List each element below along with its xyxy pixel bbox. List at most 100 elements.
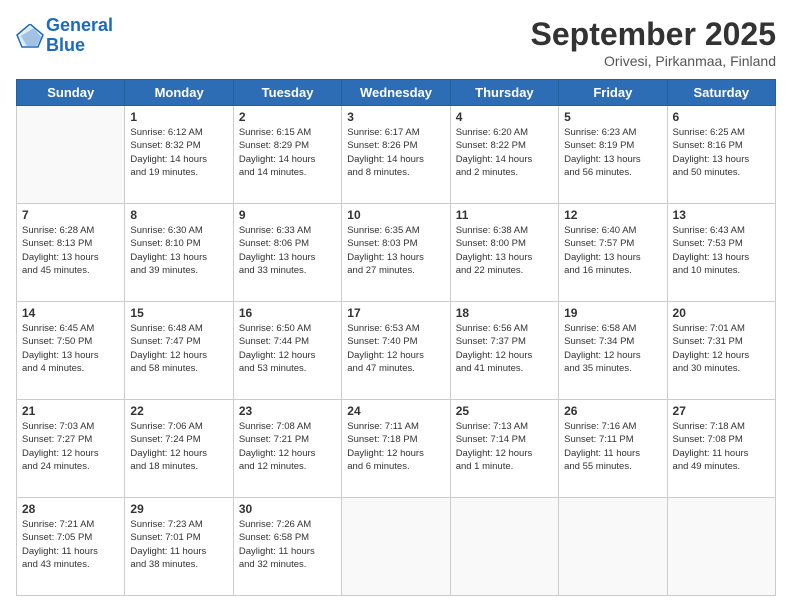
- weekday-wednesday: Wednesday: [342, 80, 450, 106]
- calendar-cell: 19Sunrise: 6:58 AM Sunset: 7:34 PM Dayli…: [559, 302, 667, 400]
- weekday-friday: Friday: [559, 80, 667, 106]
- day-info: Sunrise: 7:18 AM Sunset: 7:08 PM Dayligh…: [673, 420, 770, 473]
- day-number: 3: [347, 110, 444, 124]
- day-info: Sunrise: 6:40 AM Sunset: 7:57 PM Dayligh…: [564, 224, 661, 277]
- day-number: 7: [22, 208, 119, 222]
- logo-text: General Blue: [46, 16, 113, 56]
- day-info: Sunrise: 7:06 AM Sunset: 7:24 PM Dayligh…: [130, 420, 227, 473]
- day-info: Sunrise: 6:53 AM Sunset: 7:40 PM Dayligh…: [347, 322, 444, 375]
- day-info: Sunrise: 7:03 AM Sunset: 7:27 PM Dayligh…: [22, 420, 119, 473]
- day-number: 30: [239, 502, 336, 516]
- month-title: September 2025: [531, 16, 776, 53]
- day-number: 1: [130, 110, 227, 124]
- day-number: 18: [456, 306, 553, 320]
- day-number: 12: [564, 208, 661, 222]
- day-number: 5: [564, 110, 661, 124]
- calendar-cell: [17, 106, 125, 204]
- weekday-saturday: Saturday: [667, 80, 775, 106]
- calendar-cell: 14Sunrise: 6:45 AM Sunset: 7:50 PM Dayli…: [17, 302, 125, 400]
- day-info: Sunrise: 7:08 AM Sunset: 7:21 PM Dayligh…: [239, 420, 336, 473]
- day-info: Sunrise: 7:16 AM Sunset: 7:11 PM Dayligh…: [564, 420, 661, 473]
- week-row-1: 1 Sunrise: 6:12 AM Sunset: 8:32 PM Daylig…: [17, 106, 776, 204]
- day-info: Sunrise: 6:25 AM Sunset: 8:16 PM Dayligh…: [673, 126, 770, 179]
- day-info: Sunrise: 6:28 AM Sunset: 8:13 PM Dayligh…: [22, 224, 119, 277]
- location: Orivesi, Pirkanmaa, Finland: [531, 53, 776, 69]
- day-info: Sunrise: 6:12 AM Sunset: 8:32 PM Dayligh…: [130, 126, 227, 179]
- logo-icon: [16, 24, 44, 48]
- calendar-cell: 25 Sunrise: 7:13 AM Sunset: 7:14 PM Dayli…: [450, 400, 558, 498]
- day-number: 6: [673, 110, 770, 124]
- calendar-table: SundayMondayTuesdayWednesdayThursdayFrid…: [16, 79, 776, 596]
- day-info: Sunrise: 6:38 AM Sunset: 8:00 PM Dayligh…: [456, 224, 553, 277]
- day-number: 24: [347, 404, 444, 418]
- calendar-cell: 9Sunrise: 6:33 AM Sunset: 8:06 PM Daylig…: [233, 204, 341, 302]
- day-info: Sunrise: 6:20 AM Sunset: 8:22 PM Dayligh…: [456, 126, 553, 179]
- calendar-cell: 22Sunrise: 7:06 AM Sunset: 7:24 PM Dayli…: [125, 400, 233, 498]
- day-info: Sunrise: 6:35 AM Sunset: 8:03 PM Dayligh…: [347, 224, 444, 277]
- calendar-cell: 11 Sunrise: 6:38 AM Sunset: 8:00 PM Dayli…: [450, 204, 558, 302]
- day-info: Sunrise: 7:26 AM Sunset: 6:58 PM Dayligh…: [239, 518, 336, 571]
- day-info: Sunrise: 7:23 AM Sunset: 7:01 PM Dayligh…: [130, 518, 227, 571]
- day-info: Sunrise: 6:23 AM Sunset: 8:19 PM Dayligh…: [564, 126, 661, 179]
- logo-line1: General: [46, 15, 113, 35]
- day-number: 20: [673, 306, 770, 320]
- calendar-cell: 23Sunrise: 7:08 AM Sunset: 7:21 PM Dayli…: [233, 400, 341, 498]
- calendar-cell: 7 Sunrise: 6:28 AM Sunset: 8:13 PM Daylig…: [17, 204, 125, 302]
- day-info: Sunrise: 6:30 AM Sunset: 8:10 PM Dayligh…: [130, 224, 227, 277]
- day-number: 25: [456, 404, 553, 418]
- calendar-cell: 16 Sunrise: 6:50 AM Sunset: 7:44 PM Dayli…: [233, 302, 341, 400]
- calendar-cell: 20 Sunrise: 7:01 AM Sunset: 7:31 PM Dayli…: [667, 302, 775, 400]
- logo-line2: Blue: [46, 35, 85, 55]
- calendar-cell: 28 Sunrise: 7:21 AM Sunset: 7:05 PM Dayli…: [17, 498, 125, 596]
- day-number: 4: [456, 110, 553, 124]
- day-info: Sunrise: 7:21 AM Sunset: 7:05 PM Dayligh…: [22, 518, 119, 571]
- day-info: Sunrise: 6:43 AM Sunset: 7:53 PM Dayligh…: [673, 224, 770, 277]
- weekday-sunday: Sunday: [17, 80, 125, 106]
- day-info: Sunrise: 6:58 AM Sunset: 7:34 PM Dayligh…: [564, 322, 661, 375]
- day-info: Sunrise: 7:13 AM Sunset: 7:14 PM Dayligh…: [456, 420, 553, 473]
- calendar-cell: 12 Sunrise: 6:40 AM Sunset: 7:57 PM Dayli…: [559, 204, 667, 302]
- day-number: 15: [130, 306, 227, 320]
- calendar-cell: [342, 498, 450, 596]
- calendar-cell: 8 Sunrise: 6:30 AM Sunset: 8:10 PM Daylig…: [125, 204, 233, 302]
- day-number: 11: [456, 208, 553, 222]
- calendar-cell: 15Sunrise: 6:48 AM Sunset: 7:47 PM Dayli…: [125, 302, 233, 400]
- day-number: 13: [673, 208, 770, 222]
- day-info: Sunrise: 7:01 AM Sunset: 7:31 PM Dayligh…: [673, 322, 770, 375]
- calendar-cell: 30 Sunrise: 7:26 AM Sunset: 6:58 PM Dayli…: [233, 498, 341, 596]
- logo: General Blue: [16, 16, 113, 56]
- calendar-cell: 26Sunrise: 7:16 AM Sunset: 7:11 PM Dayli…: [559, 400, 667, 498]
- weekday-tuesday: Tuesday: [233, 80, 341, 106]
- weekday-monday: Monday: [125, 80, 233, 106]
- calendar-cell: 21Sunrise: 7:03 AM Sunset: 7:27 PM Dayli…: [17, 400, 125, 498]
- week-row-4: 21Sunrise: 7:03 AM Sunset: 7:27 PM Dayli…: [17, 400, 776, 498]
- day-number: 9: [239, 208, 336, 222]
- calendar-cell: 13 Sunrise: 6:43 AM Sunset: 7:53 PM Dayli…: [667, 204, 775, 302]
- day-number: 8: [130, 208, 227, 222]
- week-row-5: 28 Sunrise: 7:21 AM Sunset: 7:05 PM Dayli…: [17, 498, 776, 596]
- calendar-cell: 1 Sunrise: 6:12 AM Sunset: 8:32 PM Daylig…: [125, 106, 233, 204]
- day-number: 17: [347, 306, 444, 320]
- day-number: 14: [22, 306, 119, 320]
- calendar-cell: 29Sunrise: 7:23 AM Sunset: 7:01 PM Dayli…: [125, 498, 233, 596]
- weekday-header-row: SundayMondayTuesdayWednesdayThursdayFrid…: [17, 80, 776, 106]
- calendar-cell: 10 Sunrise: 6:35 AM Sunset: 8:03 PM Dayli…: [342, 204, 450, 302]
- calendar-cell: 17 Sunrise: 6:53 AM Sunset: 7:40 PM Dayli…: [342, 302, 450, 400]
- calendar-cell: [559, 498, 667, 596]
- day-info: Sunrise: 6:50 AM Sunset: 7:44 PM Dayligh…: [239, 322, 336, 375]
- calendar-cell: 4 Sunrise: 6:20 AM Sunset: 8:22 PM Daylig…: [450, 106, 558, 204]
- week-row-3: 14Sunrise: 6:45 AM Sunset: 7:50 PM Dayli…: [17, 302, 776, 400]
- calendar-cell: 5 Sunrise: 6:23 AM Sunset: 8:19 PM Daylig…: [559, 106, 667, 204]
- day-number: 16: [239, 306, 336, 320]
- calendar-page: General Blue September 2025 Orivesi, Pir…: [0, 0, 792, 612]
- calendar-cell: 27Sunrise: 7:18 AM Sunset: 7:08 PM Dayli…: [667, 400, 775, 498]
- calendar-cell: [450, 498, 558, 596]
- calendar-cell: 6 Sunrise: 6:25 AM Sunset: 8:16 PM Daylig…: [667, 106, 775, 204]
- day-number: 28: [22, 502, 119, 516]
- day-number: 10: [347, 208, 444, 222]
- day-number: 2: [239, 110, 336, 124]
- header: General Blue September 2025 Orivesi, Pir…: [16, 16, 776, 69]
- weekday-thursday: Thursday: [450, 80, 558, 106]
- calendar-cell: 2Sunrise: 6:15 AM Sunset: 8:29 PM Daylig…: [233, 106, 341, 204]
- calendar-cell: [667, 498, 775, 596]
